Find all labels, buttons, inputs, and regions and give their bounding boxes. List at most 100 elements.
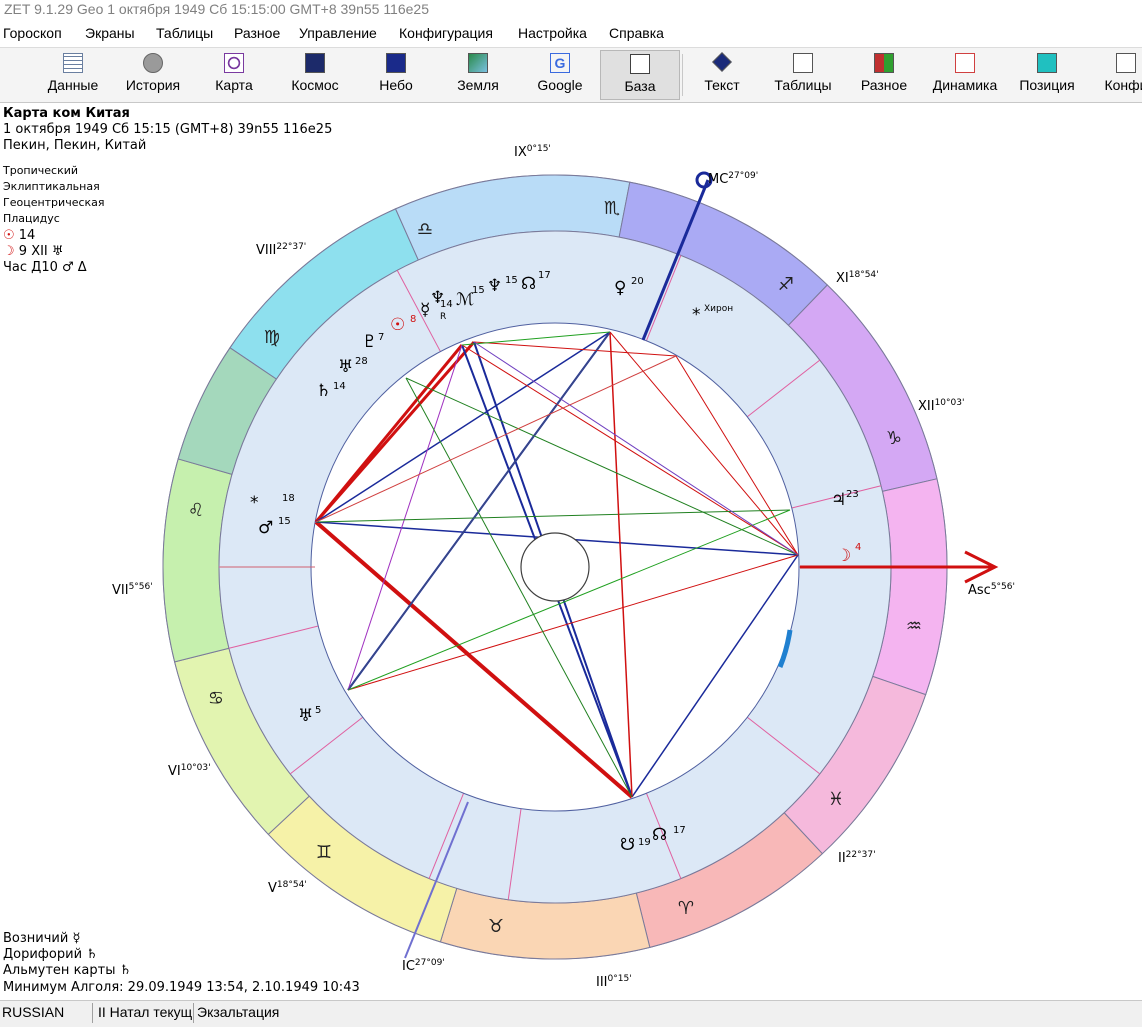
leo-icon: ♌ — [188, 500, 204, 521]
house-label-xi: XI18°54' — [836, 270, 879, 286]
doryphory-info: Дорифорий ♄ — [3, 947, 98, 963]
status-mode[interactable]: II Натал текущ — [98, 1004, 192, 1020]
toolbar-dynamics-button[interactable]: Динамика — [928, 50, 1002, 100]
menu-control[interactable]: Управление — [299, 25, 377, 41]
node-degree: 17 — [673, 825, 686, 836]
saturn-degree: 14 — [333, 381, 346, 392]
neptune-icon: ♆ — [487, 276, 502, 296]
toolbar-label: Google — [537, 77, 583, 93]
mars-degree: 15 — [278, 516, 291, 527]
toolbar-earth-button[interactable]: Земля — [450, 50, 506, 100]
database-icon — [630, 54, 650, 74]
aquarius-icon: ♒ — [906, 616, 922, 637]
saturn-icon: ♄ — [316, 381, 331, 401]
star18-icon: * — [250, 493, 259, 513]
toolbar-label: Конфи — [1104, 77, 1142, 93]
house-label-ii: II22°37' — [838, 850, 876, 866]
saturn-icon: ♄ — [119, 963, 132, 978]
text-icon — [712, 52, 732, 72]
toolbar-position-button[interactable]: Позиция — [1014, 50, 1080, 100]
algol-minimum: Минимум Алголя: 29.09.1949 13:54, 2.10.1… — [3, 980, 360, 995]
menu-tables[interactable]: Таблицы — [156, 25, 213, 41]
capricorn-icon: ♑ — [886, 428, 902, 449]
toolbar-label: Космос — [291, 77, 339, 93]
jupiter-degree: 23 — [846, 489, 859, 500]
neptune-degree: 15 — [505, 275, 518, 286]
venus-icon: ♀ — [614, 278, 626, 298]
dynamics-icon — [955, 53, 975, 73]
taurus-icon: ♉ — [488, 916, 504, 937]
house-label-vi: VI10°03' — [168, 763, 211, 779]
toolbar-history-button[interactable]: История — [120, 50, 186, 100]
toolbar-label: Позиция — [1019, 77, 1075, 93]
history-disc-icon — [143, 53, 163, 73]
menu-screens[interactable]: Экраны — [85, 25, 135, 41]
toolbar-cosmos-button[interactable]: Космос — [285, 50, 345, 100]
mercury-icon: ☿ — [72, 931, 81, 946]
status-separator — [193, 1003, 194, 1023]
center-circle — [520, 532, 590, 602]
moon-planet-icon: ☽ — [836, 546, 851, 566]
uranus-icon: ♅ — [298, 706, 313, 726]
toolbar-database-button[interactable]: База — [600, 50, 680, 100]
pluto-icon: ♆ — [430, 288, 445, 308]
toolbar-data-button[interactable]: Данные — [42, 50, 104, 100]
toolbar-label: Карта — [215, 77, 253, 93]
star18-degree: 18 — [282, 493, 295, 504]
almuten-info: Альмутен карты ♄ — [3, 963, 131, 979]
uranus-q-icon: ♅ — [338, 357, 353, 377]
house-label-viii: VIII22°37' — [256, 242, 306, 258]
toolbar-label: Разное — [860, 77, 908, 93]
sagittarius-icon: ♐ — [778, 274, 794, 295]
chiron-node-degree: 17 — [538, 270, 551, 281]
libra-icon: ♎ — [417, 219, 433, 240]
toolbar-label: Текст — [704, 77, 740, 93]
toolbar-config-button[interactable]: Конфи — [1096, 50, 1142, 100]
chiron-label: Хирон — [704, 304, 733, 314]
charioteer-info: Возничий ☿ — [3, 931, 80, 947]
toolbar-chart-button[interactable]: Карта — [207, 50, 261, 100]
tables-icon — [793, 53, 813, 73]
toolbar-misc-button[interactable]: Разное — [856, 50, 912, 100]
menu-configuration[interactable]: Конфигурация — [399, 25, 493, 41]
virgo-icon: ♍ — [264, 327, 280, 348]
toolbar-separator — [682, 54, 683, 96]
status-language: RUSSIAN — [2, 1004, 65, 1020]
house-label-mc: MC27°09' — [708, 171, 758, 187]
toolbar: Данные История Карта Космос Небо Земля G… — [0, 47, 1142, 103]
toolbar-label: Небо — [379, 77, 413, 93]
config-icon — [1116, 53, 1136, 73]
chiron-node-icon: ☊ — [521, 274, 536, 294]
chiron-star-icon: * — [692, 305, 701, 325]
toolbar-label: Земля — [457, 77, 499, 93]
position-icon — [1037, 53, 1057, 73]
hades-degree: 15 — [472, 285, 485, 296]
status-separator — [92, 1003, 93, 1023]
toolbar-sky-button[interactable]: Небо — [370, 50, 422, 100]
house-label-asc: Asc5°56' — [968, 582, 1015, 598]
toolbar-label: Таблицы — [774, 77, 832, 93]
pisces-icon: ♓ — [828, 789, 844, 810]
uranus-degree: 5 — [315, 705, 321, 716]
menu-help[interactable]: Справка — [609, 25, 664, 41]
menu-horoscope[interactable]: Гороскоп — [3, 25, 62, 41]
lilith-degree: 19 — [638, 837, 651, 848]
toolbar-label: Динамика — [932, 77, 998, 93]
toolbar-label: История — [125, 77, 181, 93]
cosmos-icon — [305, 53, 325, 73]
mercury-retro: R — [440, 312, 446, 322]
node-icon: ☊ — [652, 825, 667, 845]
menu-misc[interactable]: Разное — [234, 25, 280, 41]
menu-settings[interactable]: Настройка — [518, 25, 587, 41]
sun-planet-icon: ☉ — [390, 315, 405, 335]
house-label-ix: IX0°15' — [514, 144, 551, 160]
toolbar-text-button[interactable]: Текст — [696, 50, 748, 100]
toolbar-tables-button[interactable]: Таблицы — [770, 50, 836, 100]
scorpio-icon: ♏ — [604, 198, 620, 219]
status-dignity[interactable]: Экзальтация — [197, 1004, 279, 1020]
pluto-k-icon: ♇ — [362, 332, 377, 352]
aries-icon: ♈ — [678, 898, 694, 919]
uranus-q-degree: 28 — [355, 356, 368, 367]
natal-chart-wheel: IX0°15' MC27°09' XI18°54' XII10°03' Asc5… — [112, 144, 1015, 990]
toolbar-google-button[interactable]: G Google — [532, 50, 588, 100]
